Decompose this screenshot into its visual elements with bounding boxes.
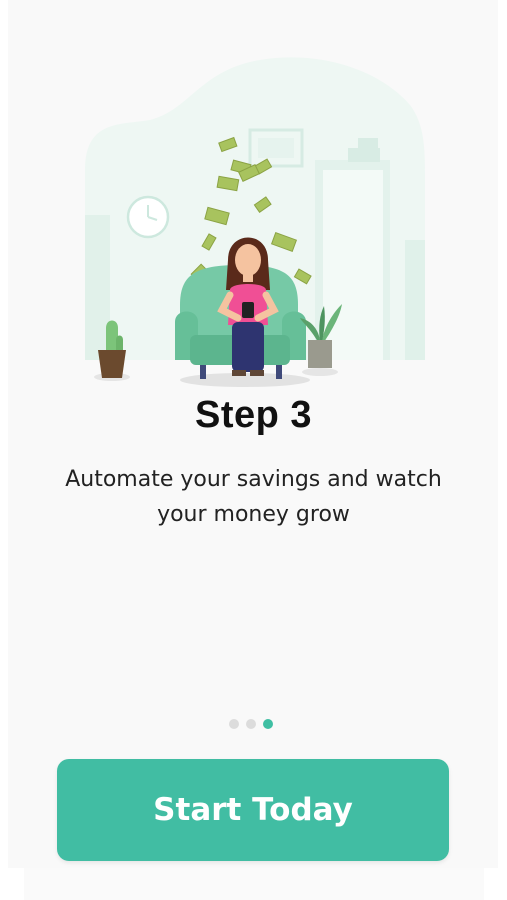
screen-bottom-edge	[24, 868, 484, 900]
page-indicator-dot-3[interactable]	[263, 719, 273, 729]
page-indicator-dot-2[interactable]	[246, 719, 256, 729]
step-description: Automate your savings and watch your mon…	[65, 467, 442, 527]
picture-frame-inner	[258, 138, 294, 158]
start-today-button[interactable]: Start Today	[57, 759, 449, 861]
box-stack-top	[358, 138, 378, 148]
cabinet-right	[405, 240, 425, 360]
woman-face	[235, 244, 261, 276]
page-indicator	[229, 719, 279, 729]
door	[323, 170, 383, 360]
savings-illustration	[85, 57, 425, 387]
page-indicator-dot-1[interactable]	[229, 719, 239, 729]
woman-legs	[232, 322, 264, 372]
box-stack	[348, 148, 380, 162]
phone-icon	[242, 302, 254, 318]
step-title: Step 3	[194, 394, 313, 436]
